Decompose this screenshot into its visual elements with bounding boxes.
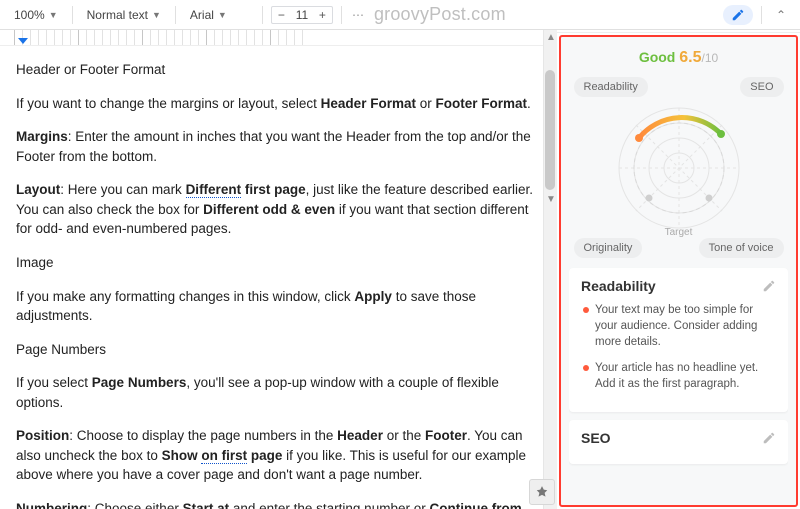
- separator: [72, 6, 73, 24]
- issue-item: Your text may be too simple for your aud…: [581, 302, 776, 350]
- pen-icon: [731, 8, 745, 22]
- paragraph: Position: Choose to display the page num…: [16, 426, 541, 485]
- plus-diamond-icon: [535, 485, 549, 499]
- separator: [262, 6, 263, 24]
- document-pane: Header or Footer Format If you want to c…: [0, 30, 557, 509]
- pill-tone[interactable]: Tone of voice: [699, 238, 784, 258]
- scroll-up-icon[interactable]: ▲: [546, 32, 556, 44]
- overall-score: Good 6.5/10: [569, 49, 788, 67]
- radar-chart: Readability SEO Originality Tone of voic…: [574, 75, 784, 260]
- chevron-down-icon: ▼: [49, 10, 58, 20]
- paragraph: If you make any formatting changes in th…: [16, 287, 541, 326]
- sidebar-body: Good 6.5/10 Readability SEO Originality …: [559, 35, 798, 507]
- paragraph: Margins: Enter the amount in inches that…: [16, 127, 541, 166]
- paragraph: If you select Page Numbers, you'll see a…: [16, 373, 541, 412]
- score-value: 6.5: [679, 49, 701, 66]
- increase-fontsize-button[interactable]: +: [313, 7, 332, 23]
- paragraph: Header or Footer Format: [16, 60, 541, 80]
- more-tools-icon[interactable]: ⋯: [350, 8, 366, 22]
- toolbar: 100% ▼ Normal text ▼ Arial ▼ − 11 + ⋯ gr…: [0, 0, 800, 30]
- pill-seo[interactable]: SEO: [740, 77, 783, 97]
- explore-button[interactable]: [529, 479, 555, 505]
- fontsize-value: 11: [291, 8, 313, 22]
- pill-readability[interactable]: Readability: [574, 77, 648, 97]
- seo-title: SEO: [581, 430, 611, 446]
- separator: [341, 6, 342, 24]
- vertical-scrollbar[interactable]: ▲ ▼: [543, 30, 557, 509]
- scrollbar-thumb[interactable]: [545, 70, 555, 190]
- watermark-text: groovyPost.com: [374, 4, 506, 25]
- paragraph: If you want to change the margins or lay…: [16, 94, 541, 114]
- pill-originality[interactable]: Originality: [574, 238, 643, 258]
- readability-card: Readability Your text may be too simple …: [569, 268, 788, 412]
- edit-icon[interactable]: [762, 279, 776, 293]
- paragraph: Numbering: Choose either Start at and en…: [16, 499, 541, 509]
- zoom-value: 100%: [14, 8, 45, 22]
- edit-mode-button[interactable]: [723, 5, 753, 25]
- separator: [761, 6, 762, 24]
- readability-title: Readability: [581, 278, 656, 294]
- score-denom: /10: [702, 51, 719, 65]
- main-area: Header or Footer Format If you want to c…: [0, 30, 800, 509]
- paragraph-style-select[interactable]: Normal text ▼: [81, 6, 167, 24]
- readability-issues: Your text may be too simple for your aud…: [581, 302, 776, 392]
- collapse-toolbar-button[interactable]: ⌃: [770, 8, 792, 22]
- ruler[interactable]: [0, 30, 557, 46]
- radar-svg: [609, 98, 749, 238]
- paragraph: Layout: Here you can mark Different firs…: [16, 180, 541, 239]
- zoom-select[interactable]: 100% ▼: [8, 6, 64, 24]
- paragraph: Page Numbers: [16, 340, 541, 360]
- chevron-down-icon: ▼: [152, 10, 161, 20]
- font-size-stepper[interactable]: − 11 +: [271, 6, 333, 24]
- paragraph: Image: [16, 253, 541, 273]
- edit-icon[interactable]: [762, 431, 776, 445]
- sidebar-subheader: [557, 30, 800, 33]
- separator: [175, 6, 176, 24]
- seo-sidebar: Semrush SEO Writing Assistant ✕ Good 6.5…: [557, 30, 800, 509]
- decrease-fontsize-button[interactable]: −: [272, 7, 291, 23]
- chevron-down-icon: ▼: [218, 10, 227, 20]
- document-body[interactable]: Header or Footer Format If you want to c…: [0, 46, 557, 509]
- scroll-down-icon[interactable]: ▼: [546, 194, 556, 206]
- font-select[interactable]: Arial ▼: [184, 6, 254, 24]
- score-label: Good: [639, 49, 676, 65]
- font-value: Arial: [190, 8, 214, 22]
- indent-marker-icon[interactable]: [18, 38, 28, 44]
- seo-card: SEO: [569, 420, 788, 464]
- issue-item: Your article has no headline yet. Add it…: [581, 360, 776, 392]
- style-value: Normal text: [87, 8, 148, 22]
